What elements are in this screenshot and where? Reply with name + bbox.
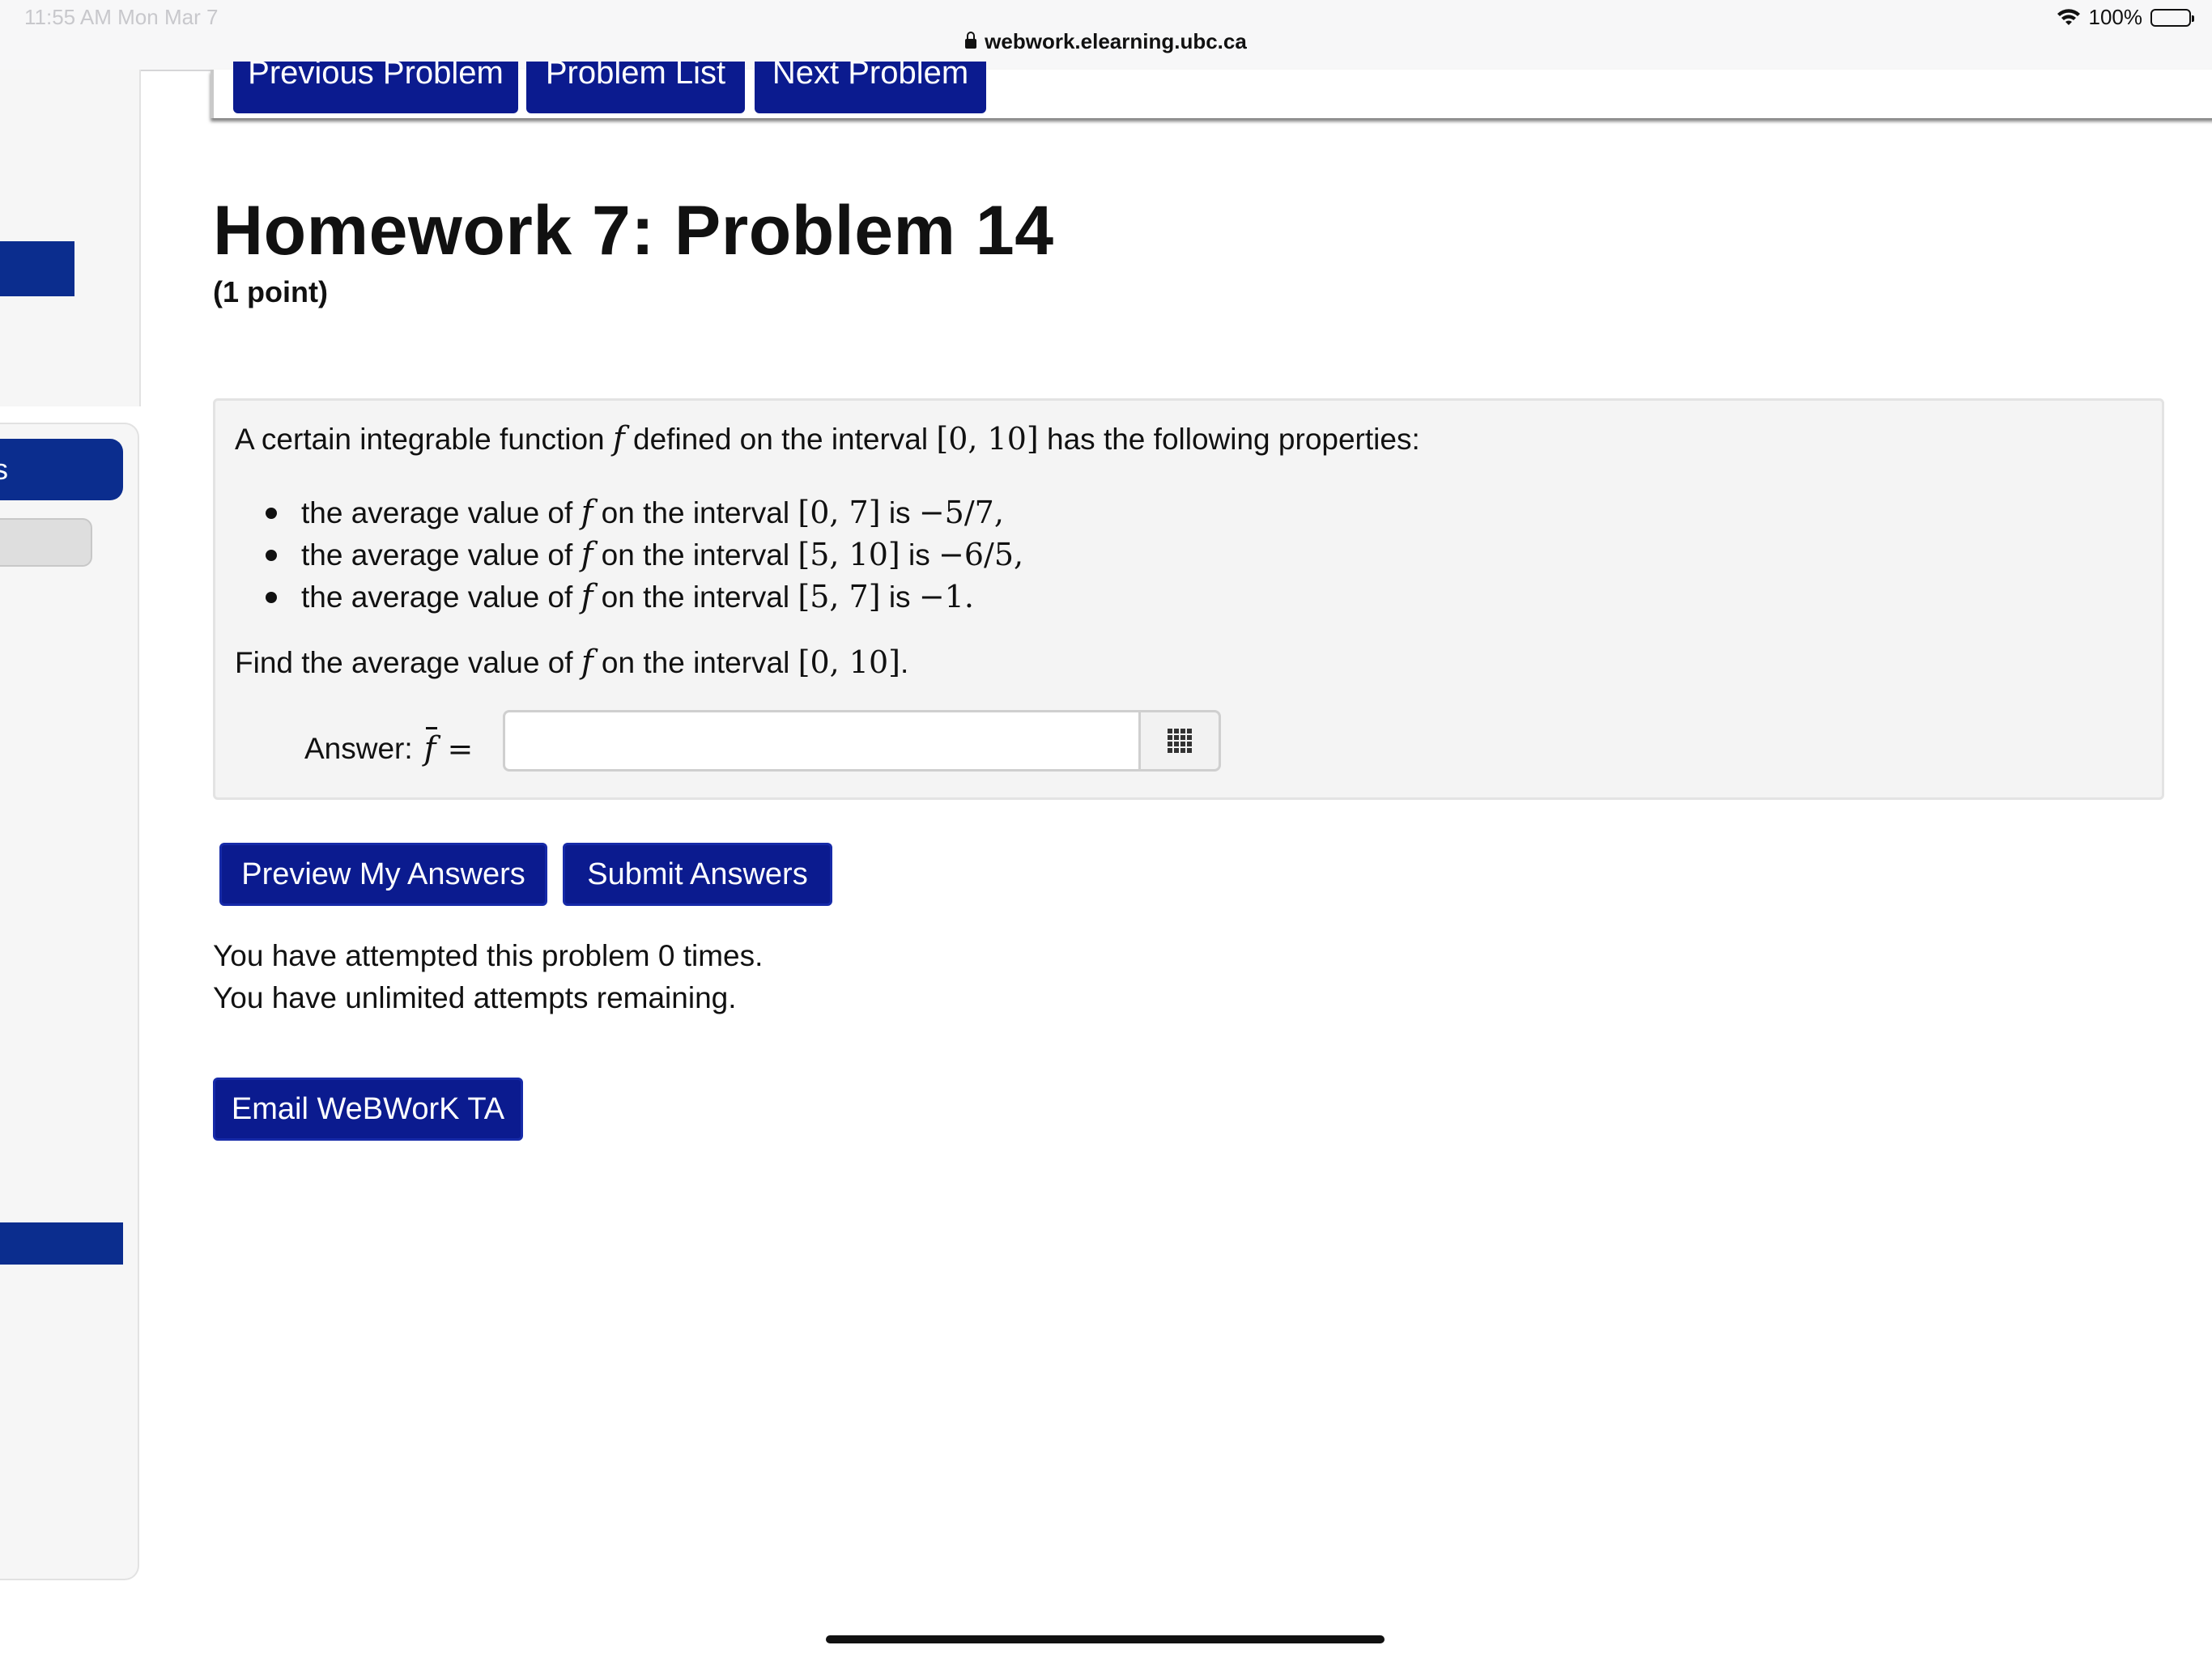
- list-item: the average value of f on the interval […: [266, 576, 1023, 618]
- equation-editor-button[interactable]: [1138, 710, 1221, 772]
- answer-equals: =: [447, 731, 474, 767]
- battery-icon: [2150, 8, 2194, 27]
- problem-body: A certain integrable function f defined …: [213, 398, 2164, 800]
- problem-points: (1 point): [213, 275, 328, 308]
- grid-icon: [1168, 729, 1192, 753]
- email-ta-button[interactable]: Email WeBWorK TA: [213, 1078, 523, 1141]
- preview-answers-button[interactable]: Preview My Answers: [219, 843, 547, 906]
- browser-status-bar: 11:55 AM Mon Mar 7 100% webwork.elearnin…: [0, 0, 2212, 71]
- status-time: 11:55 AM Mon Mar 7: [24, 5, 219, 29]
- problem-question: Find the average value of f on the inter…: [235, 644, 909, 681]
- attempts-remaining: You have unlimited attempts remaining.: [213, 981, 737, 1014]
- properties-list: the average value of f on the interval […: [266, 491, 1023, 618]
- previous-problem-button[interactable]: Previous Problem: [233, 62, 518, 113]
- attempts-count: You have attempted this problem 0 times.: [213, 939, 764, 972]
- sidebar-nav-panel: [0, 423, 139, 1580]
- next-problem-button[interactable]: Next Problem: [755, 62, 986, 113]
- list-item: the average value of f on the interval […: [266, 534, 1023, 576]
- answer-label: Answer:: [304, 732, 413, 765]
- answer-row: Answer: f =: [304, 718, 473, 780]
- submit-answers-button[interactable]: Submit Answers: [563, 843, 832, 906]
- problem-list-button[interactable]: Problem List: [526, 62, 745, 113]
- battery-percent: 100%: [2088, 5, 2143, 29]
- status-indicators: 100%: [2057, 5, 2194, 30]
- problem-intro: A certain integrable function f defined …: [235, 420, 1420, 457]
- address-bar[interactable]: webwork.elearning.ubc.ca: [0, 29, 2212, 54]
- attempts-info: You have attempted this problem 0 times.…: [213, 935, 763, 1019]
- sidebar-item-label: s: [0, 453, 8, 486]
- wifi-icon: [2057, 8, 2080, 25]
- answer-input[interactable]: [503, 710, 1141, 772]
- sidebar-item[interactable]: [0, 518, 92, 567]
- sidebar-button-lower[interactable]: [0, 1222, 123, 1265]
- url-text: webwork.elearning.ubc.ca: [985, 29, 1247, 53]
- page-title: Homework 7: Problem 14: [213, 192, 1054, 270]
- answer-symbol: f: [423, 727, 438, 767]
- list-item: the average value of f on the interval […: [266, 491, 1023, 534]
- problem-nav-bar: Previous Problem Problem List Next Probl…: [211, 62, 2212, 118]
- home-indicator: [826, 1635, 1385, 1643]
- sidebar-item-active[interactable]: s: [0, 439, 123, 500]
- lock-icon: [965, 32, 977, 49]
- sidebar-top-panel: [0, 70, 141, 406]
- sidebar-button[interactable]: [0, 241, 74, 296]
